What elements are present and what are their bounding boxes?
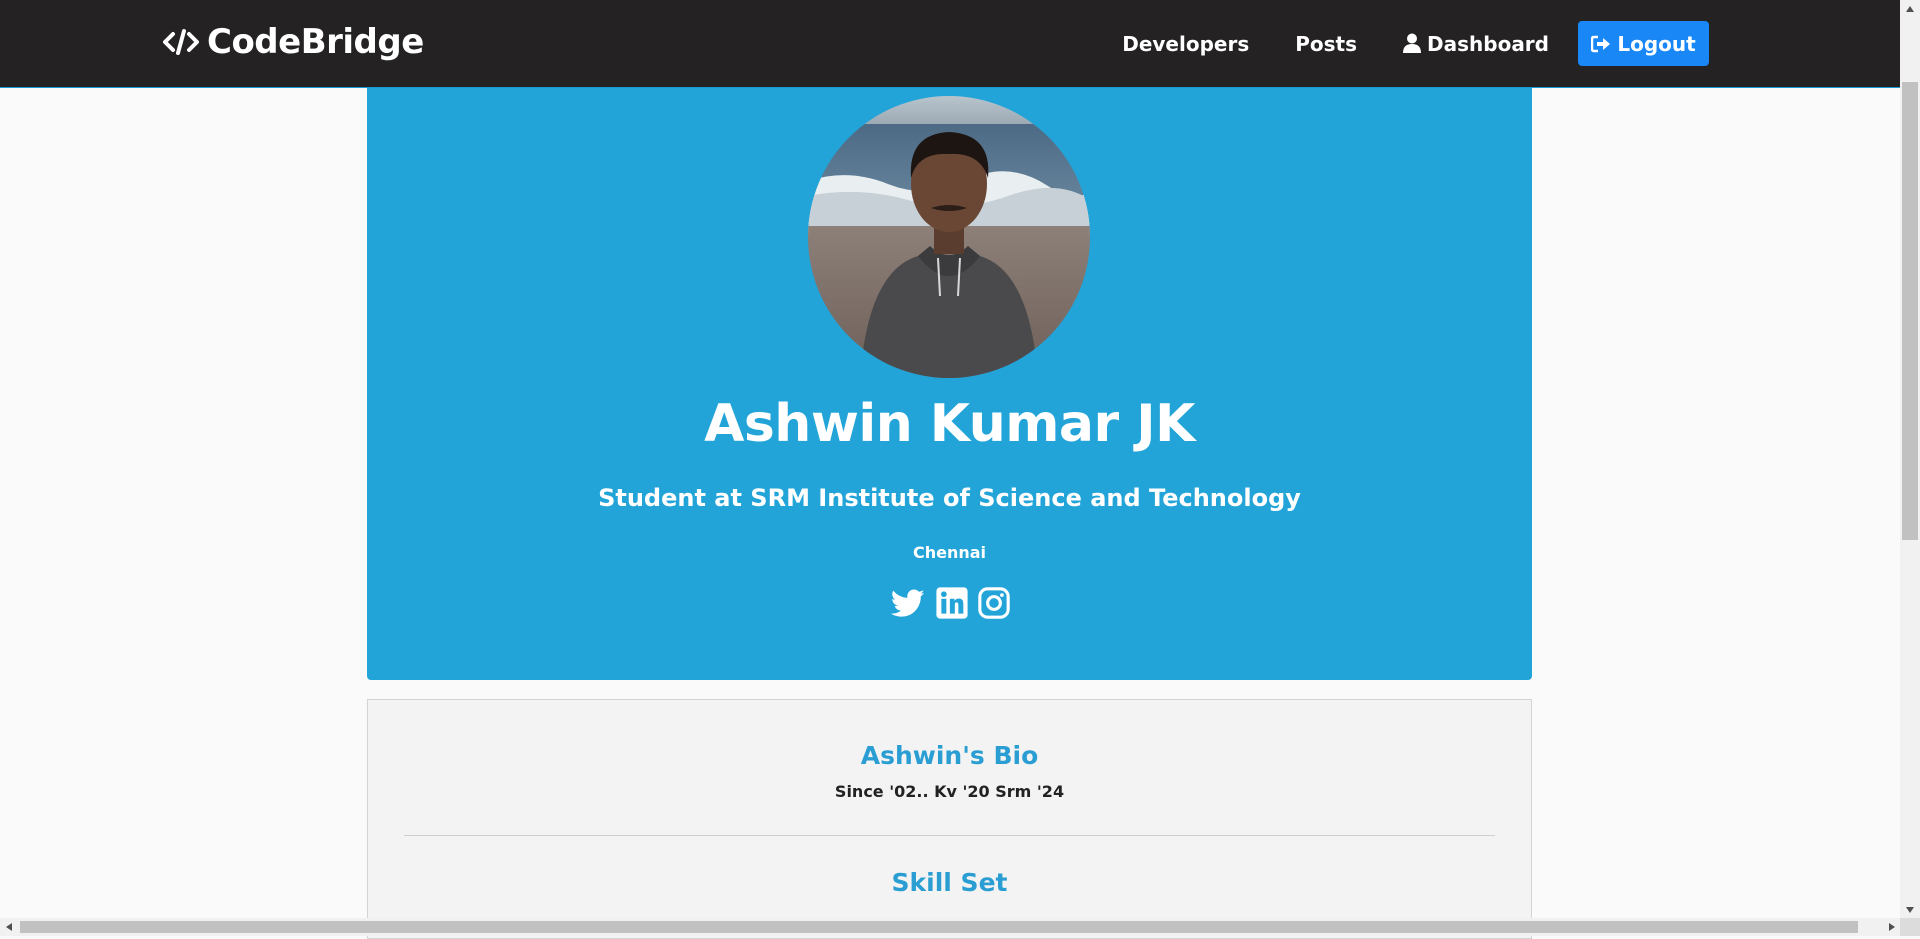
profile-location: Chennai [367,543,1532,562]
navbar: CodeBridge Developers Posts Dashboard Lo… [0,0,1900,88]
twitter-icon[interactable] [889,586,927,620]
logout-icon [1591,35,1611,53]
vertical-scroll-thumb[interactable] [1902,82,1918,540]
nav-links: Developers Posts Dashboard Logout [1122,21,1709,66]
divider [404,835,1495,836]
user-icon [1403,33,1421,54]
vertical-scrollbar[interactable] [1900,0,1920,918]
scroll-left-arrow-icon[interactable] [0,918,17,936]
instagram-icon[interactable] [977,586,1011,620]
code-icon [163,28,199,56]
profile-about: Ashwin's Bio Since '02.. Kv '20 Srm '24 … [367,699,1532,939]
dashboard-label: Dashboard [1427,32,1549,56]
horizontal-scroll-thumb[interactable] [20,921,1858,933]
profile-status: Student at SRM Institute of Science and … [367,484,1532,512]
scrollbar-corner [1900,918,1920,936]
social-links [367,586,1532,620]
brand-name: CodeBridge [207,22,424,62]
horizontal-scrollbar[interactable] [0,918,1900,936]
scroll-up-arrow-icon[interactable] [1900,0,1920,17]
logout-label: Logout [1617,32,1695,56]
nav-posts-link[interactable]: Posts [1295,32,1357,56]
skills-heading: Skill Set [368,868,1531,897]
brand-link[interactable]: CodeBridge [163,22,424,62]
bio-heading: Ashwin's Bio [368,741,1531,770]
profile-name: Ashwin Kumar JK [367,394,1532,454]
linkedin-icon[interactable] [935,586,969,620]
avatar [808,96,1090,378]
scroll-right-arrow-icon[interactable] [1883,918,1900,936]
nav-developers-link[interactable]: Developers [1122,32,1249,56]
bio-text: Since '02.. Kv '20 Srm '24 [368,782,1531,801]
profile-header: Ashwin Kumar JK Student at SRM Institute… [367,88,1532,680]
logout-button[interactable]: Logout [1578,21,1709,66]
nav-dashboard-link[interactable]: Dashboard [1403,32,1549,56]
scroll-down-arrow-icon[interactable] [1900,901,1920,918]
